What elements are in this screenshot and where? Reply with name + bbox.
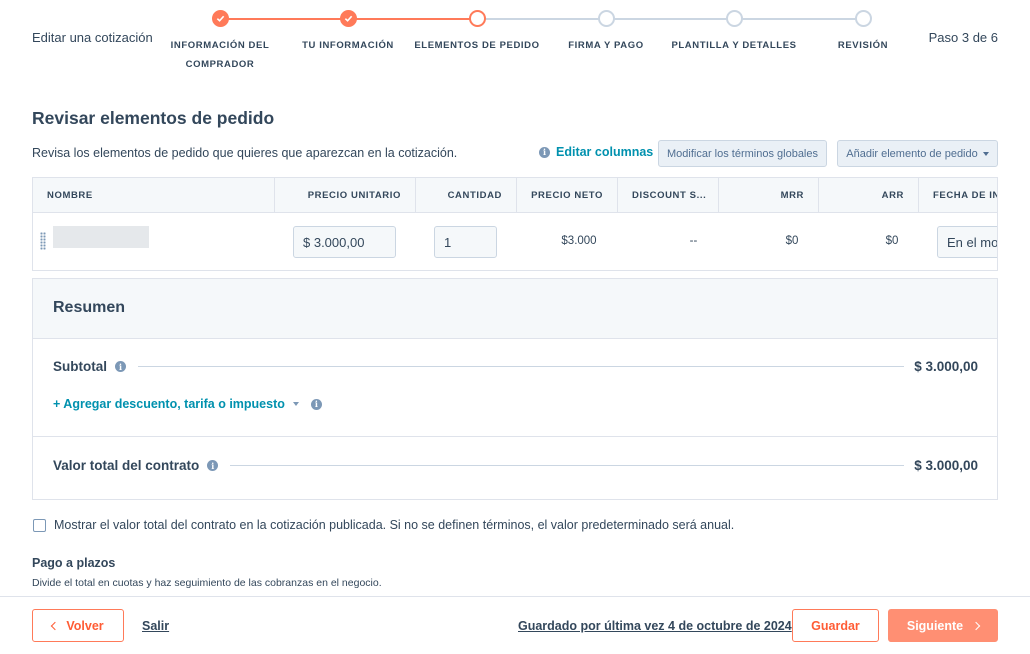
column-header-arr[interactable]: ARR: [819, 178, 919, 213]
column-header-unit-price[interactable]: PRECIO UNITARIO: [275, 178, 416, 213]
table-row: $ 3.000,00 1 $3.000 -- $0 $0 En el mo: [33, 213, 997, 270]
add-discount-fee-tax-dropdown[interactable]: + Agregar descuento, tarifa o impuesto i: [53, 397, 322, 411]
show-total-option[interactable]: Mostrar el valor total del contrato en l…: [33, 518, 734, 532]
section-title: Revisar elementos de pedido: [32, 108, 275, 128]
edit-columns-label: Editar columnas: [556, 145, 654, 159]
column-header-quantity[interactable]: CANTIDAD: [416, 178, 517, 213]
leader-line: [138, 366, 905, 367]
step-label: Plantilla y detalles: [671, 40, 797, 51]
caret-down-icon: [982, 151, 989, 156]
add-line-item-label: Añadir elemento de pedido: [846, 147, 978, 160]
exit-link[interactable]: Salir: [142, 619, 169, 633]
step-review[interactable]: Revisión: [793, 10, 933, 55]
back-label: Volver: [66, 618, 104, 633]
column-header-name[interactable]: NOMBRE: [33, 178, 275, 213]
section-description: Revisa los elementos de pedido que quier…: [32, 146, 458, 160]
back-button[interactable]: Volver: [32, 609, 124, 642]
edit-columns-link[interactable]: i Editar columnas: [539, 145, 653, 159]
current-step-icon: [468, 10, 486, 27]
discount-value: --: [689, 235, 698, 247]
net-price-value: $3.000: [561, 235, 597, 247]
total-contract-value-row: Valor total del contrato i $ 3.000,00: [53, 458, 978, 473]
check-icon: [339, 10, 357, 27]
summary-panel: Resumen Subtotal i $ 3.000,00 + Agregar …: [32, 278, 998, 500]
summary-title: Resumen: [53, 299, 126, 316]
item-name-placeholder: [53, 226, 149, 248]
page-context-title: Editar una cotización: [32, 30, 153, 45]
unit-price-input[interactable]: $ 3.000,00: [293, 226, 396, 258]
add-discount-label: + Agregar descuento, tarifa o impuesto: [53, 397, 285, 411]
step-your-info[interactable]: Tu información: [278, 10, 418, 55]
leader-line: [230, 465, 905, 466]
arr-value: $0: [885, 235, 899, 247]
summary-header: Resumen: [33, 279, 997, 339]
line-items-table: NOMBRE PRECIO UNITARIO CANTIDAD PRECIO N…: [32, 177, 998, 271]
drag-handle-icon[interactable]: [40, 232, 46, 250]
installments-title: Pago a plazos: [32, 556, 116, 570]
chevron-right-icon: [971, 621, 981, 630]
step-counter: Paso 3 de 6: [928, 30, 998, 45]
show-total-checkbox[interactable]: [33, 518, 46, 532]
subtotal-value: $ 3.000,00: [914, 359, 978, 374]
subtotal-label: Subtotal: [53, 359, 107, 374]
column-header-net-price[interactable]: PRECIO NETO: [517, 178, 618, 213]
column-header-mrr[interactable]: MRR: [719, 178, 819, 213]
step-label: Revisión: [837, 40, 889, 51]
divider: [33, 436, 997, 437]
start-date-select[interactable]: En el mo: [937, 226, 997, 258]
info-icon[interactable]: i: [115, 361, 126, 372]
total-contract-value-label: Valor total del contrato: [53, 458, 200, 473]
pending-step-icon: [597, 10, 615, 27]
step-line-items[interactable]: Elementos de pedido: [407, 10, 547, 55]
column-header-start-date[interactable]: FECHA DE IN: [919, 178, 997, 213]
step-label: Tu información: [302, 40, 394, 51]
total-contract-value: $ 3.000,00: [914, 458, 978, 473]
pending-step-icon: [854, 10, 872, 27]
check-icon: [211, 10, 229, 27]
pending-step-icon: [725, 10, 743, 27]
quantity-input[interactable]: 1: [434, 226, 497, 258]
footer-bar: Volver Salir Guardado por última vez 4 d…: [0, 596, 1030, 654]
mrr-value: $0: [785, 235, 799, 247]
chevron-left-icon: [51, 621, 60, 630]
show-total-label: Mostrar el valor total del contrato en l…: [54, 518, 735, 532]
last-saved-link[interactable]: Guardado por última vez 4 de octubre de …: [518, 619, 792, 633]
step-signature-payment[interactable]: Firma y pago: [536, 10, 676, 55]
step-label: Información del comprador: [170, 40, 270, 70]
column-header-discount[interactable]: DISCOUNT S...: [618, 178, 719, 213]
step-label: Elementos de pedido: [414, 40, 540, 51]
caret-down-icon: [292, 402, 299, 406]
next-button[interactable]: Siguiente: [888, 609, 998, 642]
step-label: Firma y pago: [568, 40, 644, 51]
installments-description: Divide el total en cuotas y haz seguimie…: [32, 577, 382, 589]
next-label: Siguiente: [906, 618, 964, 633]
info-icon: i: [539, 146, 550, 158]
modify-global-terms-button[interactable]: Modificar los términos globales: [658, 140, 827, 167]
save-button[interactable]: Guardar: [792, 609, 879, 642]
quote-header: Editar una cotización Información del co…: [0, 0, 1030, 80]
info-icon[interactable]: i: [207, 460, 219, 471]
table-header: NOMBRE PRECIO UNITARIO CANTIDAD PRECIO N…: [33, 178, 997, 213]
info-icon[interactable]: i: [310, 398, 322, 410]
step-buyer-info[interactable]: Información del comprador: [150, 10, 290, 74]
step-template-details[interactable]: Plantilla y detalles: [664, 10, 804, 55]
subtotal-row: Subtotal i $ 3.000,00: [53, 359, 978, 374]
add-line-item-button[interactable]: Añadir elemento de pedido: [837, 140, 998, 167]
